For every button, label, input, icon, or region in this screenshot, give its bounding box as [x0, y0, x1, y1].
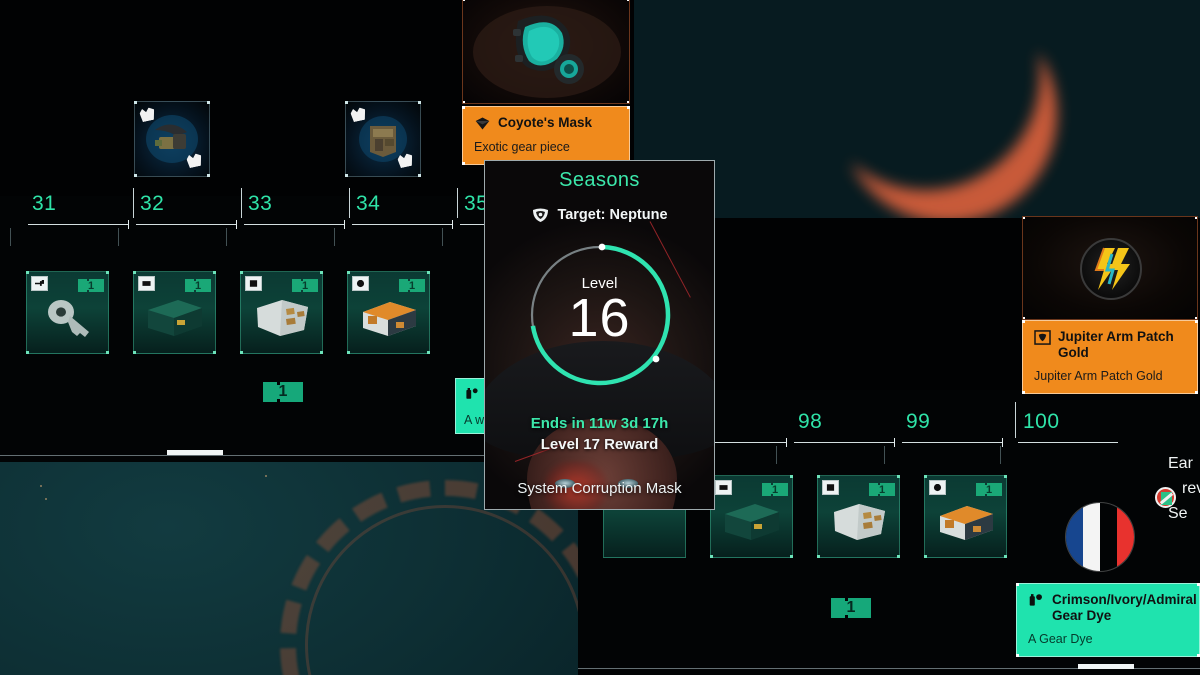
lightning-patch-art [1080, 238, 1142, 300]
tooltip-subtitle: A Gear Dye [1028, 632, 1093, 647]
tooltip-title: Crimson/Ivory/Admiral Gear Dye [1052, 592, 1197, 623]
tooltip-jupiter-patch: Jupiter Arm Patch Gold Jupiter Arm Patch… [1022, 320, 1198, 395]
cache-icon [138, 276, 155, 291]
ticket-badge: 1 [292, 277, 318, 294]
key-art [47, 300, 89, 338]
season-level-ring: Level 16 [524, 239, 676, 391]
reward-tile-blueprint[interactable]: 1 [240, 271, 323, 354]
season-next-reward: Level 17 Reward [540, 436, 659, 453]
dye-can-icon [466, 388, 478, 399]
reward-tile-cache[interactable]: 1 [710, 475, 793, 558]
exotic-gear-icon [475, 117, 490, 130]
gear-tile-holster[interactable] [134, 101, 210, 177]
apparel-icon [929, 480, 946, 495]
seasons-panel[interactable]: Seasons Target: Neptune Level 16 Ends in… [484, 160, 715, 510]
tooltip-title: Coyote's Mask [498, 115, 592, 130]
reward-tile-apparel[interactable]: 1 [924, 475, 1007, 558]
cache-icon [715, 480, 732, 495]
level-number: 33 [248, 192, 273, 215]
tooltip-title: Jupiter Arm Patch Gold [1058, 329, 1174, 360]
level-number: 99 [906, 410, 931, 433]
open-book-art [256, 300, 308, 337]
reward-tile-blueprint[interactable]: 1 [817, 475, 900, 558]
shield-crest-icon [533, 208, 549, 222]
clipped-line-1: Ear [1168, 455, 1193, 472]
level-number: 100 [1023, 410, 1060, 433]
seasons-title: Seasons [559, 169, 640, 191]
track-scrollbar-left[interactable] [167, 450, 223, 455]
no-entry-icon [1155, 487, 1176, 508]
key-icon [31, 276, 48, 291]
clipped-line-3: Se [1168, 504, 1188, 522]
ticket-badge: 1 [869, 481, 895, 498]
reward-tile-cache[interactable]: 1 [133, 271, 216, 354]
green-crate-art [147, 300, 202, 337]
free-track-ticket: 1 [831, 595, 871, 621]
jupiter-patch-preview [1022, 216, 1198, 320]
apparel-icon [352, 276, 369, 291]
tooltip-subtitle: Jupiter Arm Patch Gold [1034, 369, 1163, 384]
gas-mask-art [473, 6, 621, 98]
blueprint-icon [822, 480, 839, 495]
season-target-label: Target: Neptune [557, 207, 668, 223]
orange-crescent-shape [780, 0, 1070, 220]
level-number: 98 [798, 410, 823, 433]
orange-crate-art [362, 302, 416, 337]
level-number: 31 [32, 192, 57, 215]
coyote-mask-preview [462, 0, 630, 104]
clipped-line-2: rev [1182, 479, 1200, 497]
ticket-badge: 1 [976, 481, 1002, 498]
ticket-badge: 1 [762, 481, 788, 498]
season-target-row: Target: Neptune [485, 207, 714, 223]
orange-crate-art [939, 506, 993, 541]
season-level-value: 16 [568, 288, 631, 348]
track-scrollbar-right[interactable] [1078, 664, 1134, 669]
reward-tile-apparel[interactable]: 1 [347, 271, 430, 354]
green-crate-art [724, 504, 779, 541]
ticket-badge: 1 [185, 277, 211, 294]
level-number: 34 [356, 192, 381, 215]
tooltip-subtitle: Exotic gear piece [474, 140, 570, 154]
tooltip-gear-dye: Crimson/Ivory/Admiral Gear Dye A Gear Dy… [1016, 583, 1200, 658]
season-reward-caption: System Corruption Mask [517, 480, 682, 497]
arm-patch-icon [1034, 330, 1051, 345]
dye-can-icon [1029, 594, 1042, 606]
gear-tile-vest[interactable] [345, 101, 421, 177]
open-book-art [833, 504, 885, 541]
french-flag-icon [1066, 503, 1134, 571]
reward-tile-key[interactable]: 1 [26, 271, 109, 354]
ticket-badge: 1 [399, 277, 425, 294]
tooltip-coyote-mask: Coyote's Mask Exotic gear piece [462, 106, 630, 165]
season-ends-in: Ends in 11w 3d 17h [530, 415, 669, 432]
free-track-ticket: 1 [263, 379, 303, 405]
blueprint-icon [245, 276, 262, 291]
level-number: 32 [140, 192, 165, 215]
